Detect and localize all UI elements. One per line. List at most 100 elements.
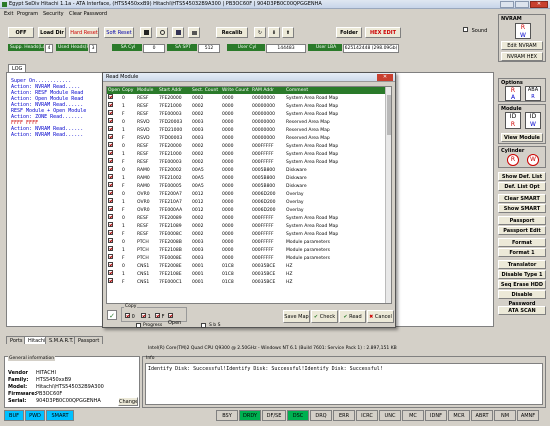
- open-check-icon[interactable]: [108, 166, 113, 171]
- soft-reset-button[interactable]: Soft Reset: [104, 27, 134, 38]
- row-open-checkbox[interactable]: [107, 254, 121, 262]
- row-open-checkbox[interactable]: [107, 182, 121, 190]
- table-row[interactable]: 0 RESF 7FE20000 0002 0000 00000000 System Area…: [107, 94, 391, 102]
- table-scrollbar[interactable]: [385, 87, 391, 303]
- row-open-checkbox[interactable]: [107, 142, 121, 150]
- format-1-button[interactable]: Format 1: [498, 248, 546, 257]
- ata-scan-button[interactable]: ATA SCAN: [498, 306, 546, 315]
- open-check-icon[interactable]: [108, 238, 113, 243]
- menu-security[interactable]: Security: [43, 11, 64, 17]
- table-row[interactable]: F RESF 7FE0008C 0002 0000 000FFFFF System Area…: [107, 230, 391, 238]
- open-check-icon[interactable]: [108, 150, 113, 155]
- table-row[interactable]: F CNS1 7FE000C1 0001 01C8 00035BCE HZ: [107, 278, 391, 286]
- open-check-icon[interactable]: [108, 230, 113, 235]
- col-write-count[interactable]: Write Count: [221, 87, 251, 94]
- table-row[interactable]: 1 RSVD 7FD21000 0003 0000 00000000 Reserved Ar…: [107, 126, 391, 134]
- options-ra-icon[interactable]: RA: [505, 86, 521, 101]
- open-check-icon[interactable]: [108, 94, 113, 99]
- chip-icon[interactable]: [188, 27, 200, 38]
- table-row[interactable]: 1 RESF 7FE21000 0002 0000 000FFFFF System Area…: [107, 150, 391, 158]
- passport-edit-button[interactable]: Passport Edit: [498, 226, 546, 235]
- clear-smart-button[interactable]: Clear SMART: [498, 194, 546, 203]
- open-check-icon[interactable]: [108, 158, 113, 163]
- row-open-checkbox[interactable]: [107, 222, 121, 230]
- edit-nvram-button[interactable]: Edit NVRAM: [501, 41, 543, 50]
- tab-smart[interactable]: S.M.A.R.T.: [45, 336, 78, 344]
- col-start-addr[interactable]: Start Addr: [158, 87, 191, 94]
- cancel-button[interactable]: ✖ Cancel: [367, 310, 394, 323]
- hex-edit-button[interactable]: HEX EDIT: [365, 27, 401, 38]
- def-list-opt-button[interactable]: Def. List Opt: [498, 182, 546, 191]
- open-check-icon[interactable]: [108, 254, 113, 259]
- menu-clear-password[interactable]: Clear Password: [69, 11, 107, 17]
- view-module-button[interactable]: View Module: [501, 133, 543, 142]
- minimize-button[interactable]: [500, 1, 514, 8]
- open-check-icon[interactable]: [108, 142, 113, 147]
- open-check-icon[interactable]: [108, 134, 113, 139]
- open-check-icon[interactable]: [108, 118, 113, 123]
- sound-toggle[interactable]: Sound: [463, 27, 487, 34]
- col-sect-count[interactable]: Sect. Count: [191, 87, 221, 94]
- open-check-icon[interactable]: [108, 222, 113, 227]
- seq-erase-hdd-button[interactable]: Seq Erase HDD: [498, 280, 546, 289]
- hard-reset-button[interactable]: Hard Reset: [69, 27, 99, 38]
- open-check-icon[interactable]: [108, 214, 113, 219]
- copy-option-0[interactable]: 0: [125, 313, 135, 320]
- open-check-icon[interactable]: [108, 270, 113, 275]
- save-icon[interactable]: [172, 27, 184, 38]
- table-row[interactable]: 0 PTCH 7FE2008B 0003 0000 000FFFFF Module para…: [107, 238, 391, 246]
- cylinder-read-icon[interactable]: R: [507, 154, 519, 166]
- row-open-checkbox[interactable]: [107, 118, 121, 126]
- col-module[interactable]: Module: [136, 87, 158, 94]
- row-open-checkbox[interactable]: [107, 238, 121, 246]
- open-check-icon[interactable]: [108, 246, 113, 251]
- menu-program[interactable]: Program: [17, 11, 38, 17]
- passport-button[interactable]: Passport: [498, 216, 546, 225]
- table-row[interactable]: F RSVD 7FD00003 0003 0000 00000000 Reserved Ar…: [107, 134, 391, 142]
- close-button[interactable]: ✕: [530, 1, 548, 8]
- maximize-button[interactable]: [515, 1, 529, 8]
- table-row[interactable]: 1 RAM0 7FE21002 00A5 0000 0005B800 Diskware: [107, 174, 391, 182]
- row-open-checkbox[interactable]: [107, 134, 121, 142]
- open-check-icon[interactable]: [108, 126, 113, 131]
- show-smart-button[interactable]: Show SMART: [498, 204, 546, 213]
- table-row[interactable]: F PTCH 7FE0008E 0003 0000 000FFFFF Module para…: [107, 254, 391, 262]
- table-row[interactable]: 0 RAM0 7FE20002 00A5 0000 0005B800 Diskware: [107, 166, 391, 174]
- check-button[interactable]: ✔ Check: [311, 310, 338, 323]
- open-check-icon[interactable]: [108, 102, 113, 107]
- col-open[interactable]: Open: [107, 87, 121, 94]
- col-comment[interactable]: Comment: [285, 87, 391, 94]
- row-open-checkbox[interactable]: [107, 246, 121, 254]
- row-open-checkbox[interactable]: [107, 174, 121, 182]
- open-check-icon[interactable]: [108, 174, 113, 179]
- row-open-checkbox[interactable]: [107, 262, 121, 270]
- col-ram-addr[interactable]: RAM Addr: [251, 87, 285, 94]
- open-check-icon[interactable]: [108, 262, 113, 267]
- row-open-checkbox[interactable]: [107, 278, 121, 286]
- open-check-icon[interactable]: [108, 206, 113, 211]
- col-copy[interactable]: Copy: [121, 87, 136, 94]
- row-open-checkbox[interactable]: [107, 270, 121, 278]
- copy-option-open[interactable]: Open: [168, 313, 186, 326]
- sound-checkbox[interactable]: [463, 27, 468, 32]
- table-row[interactable]: 0 CNS1 7FE2008E 0001 01C8 00035BCE HZ: [107, 262, 391, 270]
- copy-option-1[interactable]: 1: [141, 313, 151, 320]
- row-open-checkbox[interactable]: [107, 190, 121, 198]
- row-open-checkbox[interactable]: [107, 206, 121, 214]
- row-open-checkbox[interactable]: [107, 126, 121, 134]
- menu-exit[interactable]: Exit: [4, 11, 13, 17]
- options-aba-icon[interactable]: ABA R: [525, 86, 541, 101]
- log-tab[interactable]: LOG: [8, 64, 27, 72]
- copy-f-checkbox[interactable]: [155, 313, 160, 318]
- tab-passport[interactable]: Passport: [74, 336, 104, 344]
- translator-button[interactable]: Translator: [498, 260, 546, 269]
- row-open-checkbox[interactable]: [107, 158, 121, 166]
- disable-type-1-button[interactable]: Disable Type 1: [498, 270, 546, 279]
- up-icon[interactable]: ⬆: [282, 27, 294, 38]
- open-check-icon[interactable]: [108, 110, 113, 115]
- row-open-checkbox[interactable]: [107, 110, 121, 118]
- scrollbar-thumb[interactable]: [387, 95, 391, 135]
- row-open-checkbox[interactable]: [107, 198, 121, 206]
- read-button[interactable]: ✔ Read: [339, 310, 366, 323]
- table-row[interactable]: F RAM0 7FE00005 00A5 0000 0005B800 Diskware: [107, 182, 391, 190]
